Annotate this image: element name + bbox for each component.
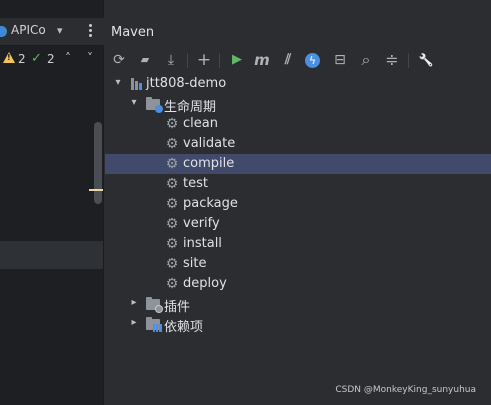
maven-project-icon [130, 77, 144, 91]
tree-item-goal-validate[interactable]: ⚙ validate [105, 134, 491, 154]
goal-label: package [183, 196, 238, 211]
toolbar-separator [408, 53, 409, 68]
goal-label: verify [183, 216, 220, 231]
goal-label: compile [183, 156, 235, 171]
gear-icon: ⚙ [165, 136, 179, 152]
more-options-icon[interactable] [86, 22, 94, 40]
gear-icon: ⚙ [165, 176, 179, 192]
tree-item-goal-site[interactable]: ⚙ site [105, 254, 491, 274]
goal-label: install [183, 236, 222, 251]
gear-icon: ⚙ [165, 156, 179, 172]
gear-icon: ⚙ [165, 276, 179, 292]
gear-icon: ⚙ [165, 196, 179, 212]
tree-item-goal-install[interactable]: ⚙ install [105, 234, 491, 254]
toggle-offline-icon[interactable]: ⫽ [279, 51, 297, 69]
chevron-right-icon[interactable]: ▸ [129, 317, 139, 328]
tree-item-goal-verify[interactable]: ⚙ verify [105, 214, 491, 234]
goal-label: site [183, 256, 207, 271]
gear-icon: ⚙ [165, 236, 179, 252]
reload-icon[interactable]: ⟳ [110, 51, 128, 69]
add-icon[interactable]: + [195, 51, 213, 69]
editor-tab-bar: APICo ▾ [0, 18, 104, 46]
warning-count: 2 [18, 52, 26, 66]
maven-title: Maven [111, 25, 155, 40]
editor-current-line [0, 241, 103, 269]
download-icon[interactable]: ⤓ [162, 51, 180, 69]
goal-label: validate [183, 136, 236, 151]
project-name: jtt808-demo [146, 76, 227, 91]
file-type-icon [0, 26, 7, 37]
maven-header: Maven [105, 18, 491, 46]
chevron-up-icon[interactable]: ˄ [65, 51, 71, 65]
editor-pane: APICo ▾ 2 ✓ 2 ˄ ˅ [0, 0, 104, 405]
tree-item-goal-compile[interactable]: ⚙ compile [105, 154, 491, 174]
lifecycle-label: 生命周期 [164, 100, 217, 115]
gear-icon: ⚙ [165, 256, 179, 272]
tree-item-dependencies[interactable]: ▸ 依赖项 [105, 314, 491, 335]
gear-icon: ⚙ [165, 116, 179, 132]
tree-item-lifecycle[interactable]: ▾ 生命周期 [105, 94, 491, 115]
goal-label: deploy [183, 276, 227, 291]
toolbar-separator [219, 53, 220, 68]
dependencies-folder-icon [146, 317, 162, 332]
tree-item-plugins[interactable]: ▸ 插件 [105, 294, 491, 315]
chevron-down-icon[interactable]: ▾ [113, 77, 123, 88]
check-icon: ✓ [31, 51, 42, 66]
show-dependencies-icon[interactable]: ⊟ [331, 51, 349, 69]
skip-tests-icon[interactable]: ϟ [305, 53, 320, 68]
settings-wrench-icon[interactable]: 🔧 [417, 51, 435, 69]
tree-item-project[interactable]: ▾ jtt808-demo [105, 74, 491, 94]
warning-icon [3, 52, 15, 63]
maven-tool-window: Maven ⟳ ▰ ⤓ + ▶ m ⫽ ϟ ⊟ ⌕ ≑ 🔧 ▾ jtt808-d… [105, 18, 491, 405]
ok-count: 2 [47, 52, 55, 66]
execute-goal-icon[interactable]: m [253, 51, 271, 69]
maven-toolbar: ⟳ ▰ ⤓ + ▶ m ⫽ ϟ ⊟ ⌕ ≑ 🔧 [105, 49, 491, 73]
watermark: CSDN @MonkeyKing_sunyuhua [335, 385, 476, 395]
tree-item-goal-clean[interactable]: ⚙ clean [105, 114, 491, 134]
run-icon[interactable]: ▶ [228, 51, 246, 69]
inspection-widget[interactable]: 2 ✓ 2 ˄ ˅ [0, 50, 104, 70]
toolbar-separator [187, 53, 188, 68]
plugins-label: 插件 [164, 300, 191, 315]
chevron-down-icon[interactable]: ▾ [57, 24, 63, 37]
tree-item-goal-test[interactable]: ⚙ test [105, 174, 491, 194]
chevron-down-icon[interactable]: ˅ [87, 51, 93, 65]
tree-item-goal-package[interactable]: ⚙ package [105, 194, 491, 214]
caret-line-marker [89, 189, 103, 191]
lifecycle-folder-icon [146, 97, 163, 113]
chevron-down-icon[interactable]: ▾ [129, 97, 139, 108]
goal-label: clean [183, 116, 218, 131]
gear-icon: ⚙ [165, 216, 179, 232]
plugins-folder-icon [146, 297, 163, 313]
dependencies-label: 依赖项 [164, 320, 204, 335]
find-icon[interactable]: ⌕ [357, 51, 375, 69]
editor-scrollbar[interactable] [94, 122, 102, 204]
editor-tab-label[interactable]: APICo [11, 23, 57, 37]
add-folder-icon[interactable]: ▰ [136, 51, 154, 69]
chevron-right-icon[interactable]: ▸ [129, 297, 139, 308]
goal-label: test [183, 176, 208, 191]
tree-item-goal-deploy[interactable]: ⚙ deploy [105, 274, 491, 294]
collapse-all-icon[interactable]: ≑ [383, 51, 401, 69]
